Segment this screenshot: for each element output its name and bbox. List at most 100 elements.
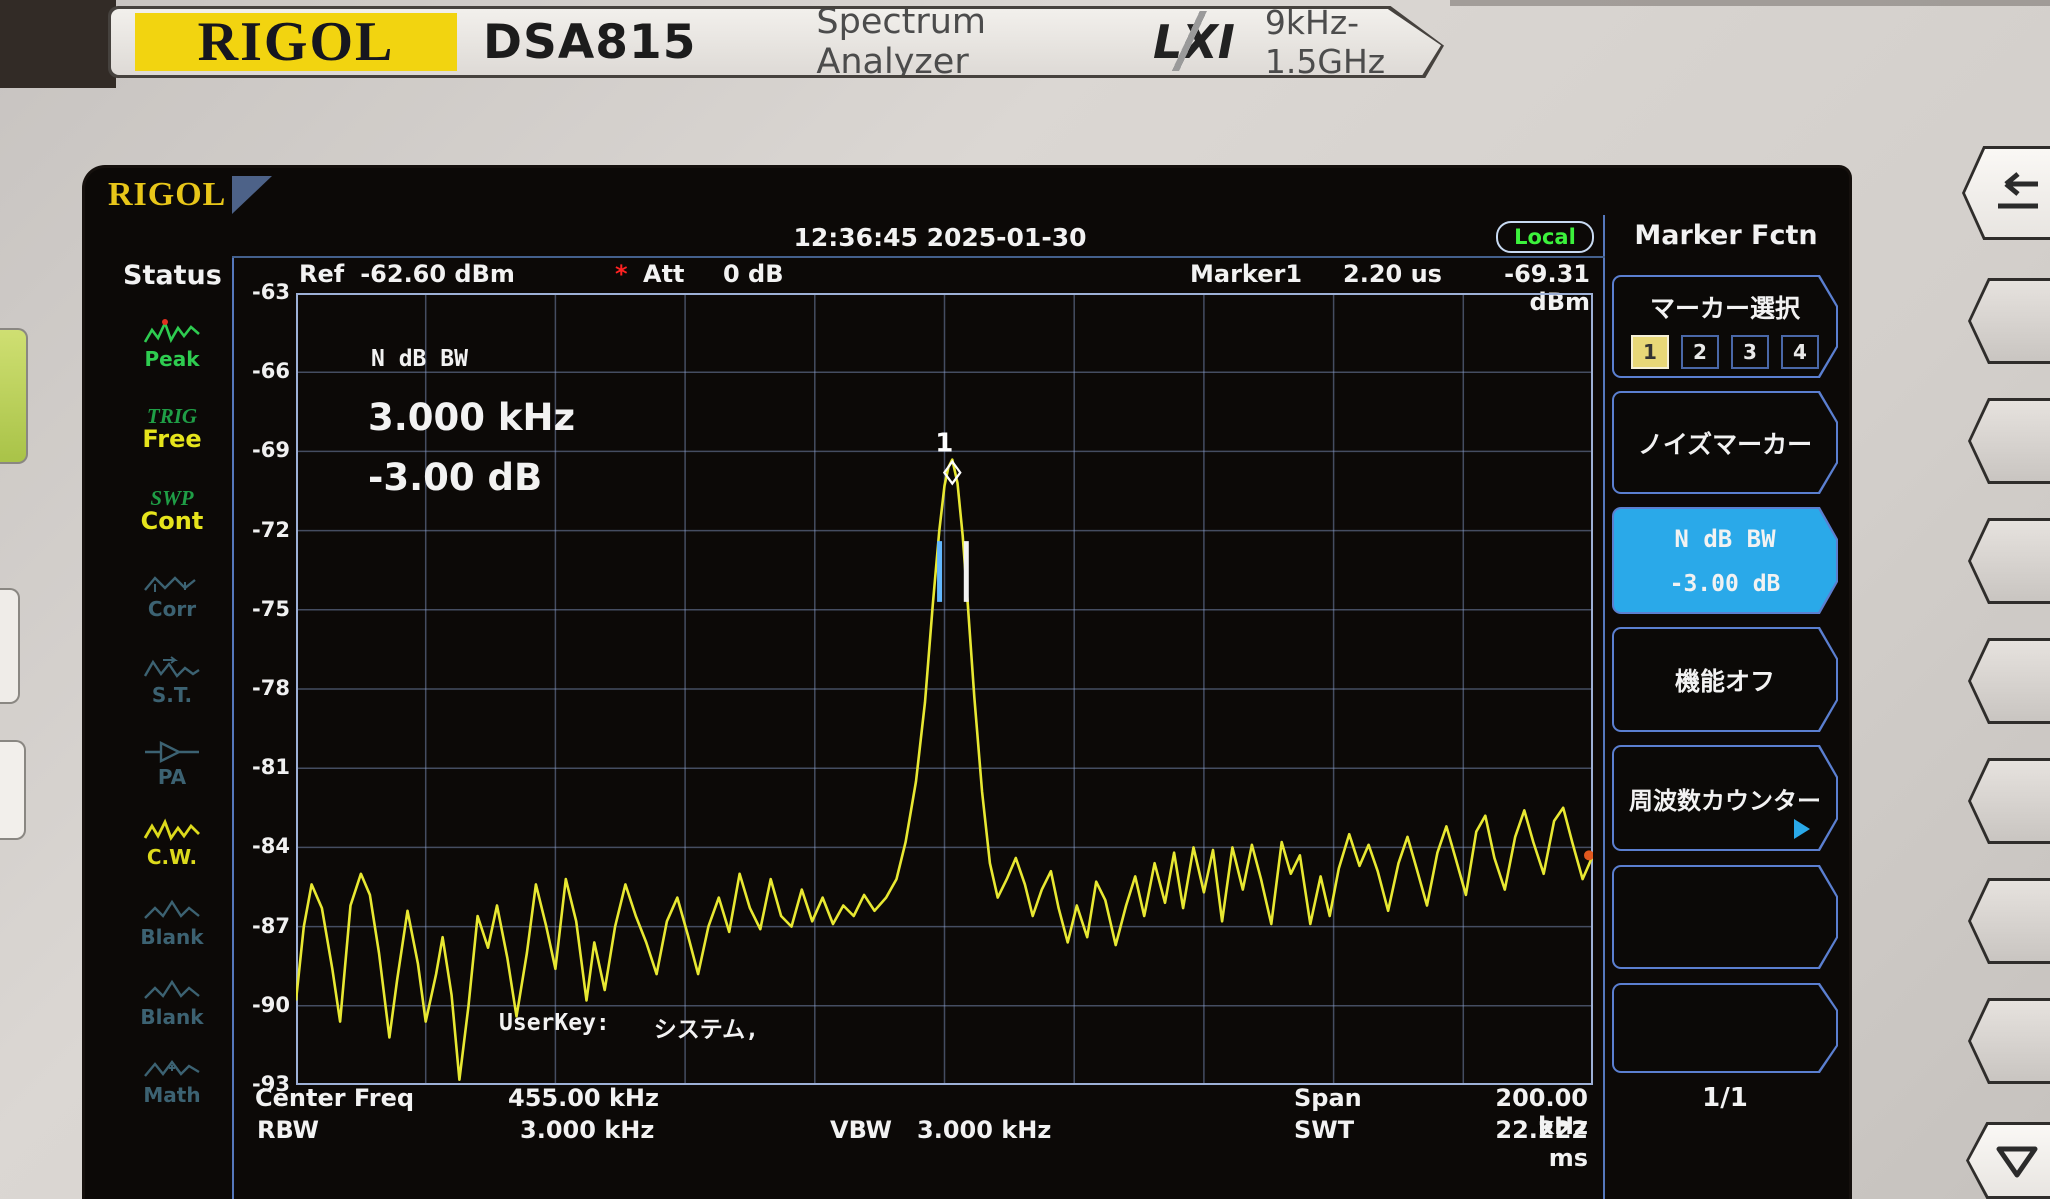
swt-label: SWT xyxy=(1294,1116,1354,1144)
math-waveform-icon xyxy=(143,1056,201,1084)
menu-button-noise-marker[interactable]: ノイズマーカー xyxy=(1612,391,1838,494)
softkey-2[interactable] xyxy=(1968,398,2050,484)
ndbbw-bandwidth-value: 3.000 kHz xyxy=(368,396,575,439)
model-number: DSA815 xyxy=(483,15,696,70)
status-item-blank1: Blank xyxy=(113,898,231,947)
screen-rigol-logo: RIGOL xyxy=(108,176,272,214)
marker-box-3[interactable]: 3 xyxy=(1731,335,1769,369)
brand-badge: RIGOL DSA815 Spectrum Analyzer LXI 9kHz-… xyxy=(108,6,1444,78)
att-uncoupled-star: * xyxy=(615,260,628,288)
softkey-1[interactable] xyxy=(1968,278,2050,364)
status-item-corr: Corr xyxy=(113,570,231,619)
vbw-value: 3.000 kHz xyxy=(917,1116,1051,1144)
status-item-blank2: Blank xyxy=(113,978,231,1027)
marker-box-2[interactable]: 2 xyxy=(1681,335,1719,369)
y-axis-labels: -63-66-69-72-75-78-81-84-87-90-93 xyxy=(224,293,290,1085)
softkey-4[interactable] xyxy=(1968,638,2050,724)
left-white-key-2[interactable] xyxy=(0,740,26,840)
span-label: Span xyxy=(1294,1084,1362,1112)
y-axis-label: -75 xyxy=(224,597,290,621)
bezel-edge xyxy=(1450,0,2050,6)
blank-waveform-icon xyxy=(143,978,201,1006)
ndbbw-annotation-label: N dB BW xyxy=(371,346,468,372)
marker-box-4[interactable]: 4 xyxy=(1781,335,1819,369)
ndb-bw-value: -3.00 dB xyxy=(1670,571,1781,597)
rigol-logo: RIGOL xyxy=(135,13,457,71)
header-separator xyxy=(232,256,1605,258)
menu-button-empty-1[interactable] xyxy=(1612,865,1838,969)
trace-end-dot xyxy=(1584,850,1593,860)
marker1-number: 1 xyxy=(935,429,953,459)
menu-button-empty-2[interactable] xyxy=(1612,983,1838,1073)
menu-button-marker-select[interactable]: マーカー選択 1 2 3 4 xyxy=(1612,275,1838,378)
page-down-key[interactable] xyxy=(1966,1122,2050,1199)
local-badge: Local xyxy=(1496,221,1594,253)
marker-readout-label: Marker1 xyxy=(1190,260,1302,288)
userkey-value: システム, xyxy=(654,1010,759,1044)
ref-value: -62.60 dBm xyxy=(360,260,515,288)
brand-text: RIGOL xyxy=(198,10,395,74)
status-item-pa: PA xyxy=(113,738,231,787)
vbw-label: VBW xyxy=(830,1116,892,1144)
left-white-key-1[interactable] xyxy=(0,588,20,704)
status-item-cw: C.W. xyxy=(113,816,231,867)
blank-waveform-icon xyxy=(143,898,201,926)
photo-dark-corner xyxy=(0,0,116,88)
peak-waveform-icon xyxy=(143,318,201,348)
status-panel-title: Status xyxy=(123,260,222,291)
center-freq-label: Center Freq xyxy=(255,1084,414,1112)
y-axis-label: -87 xyxy=(224,914,290,938)
menu-page-indicator: 1/1 xyxy=(1612,1083,1838,1113)
lxi-logo: LXI xyxy=(1145,15,1243,69)
ref-readout: Ref -62.60 dBm xyxy=(299,260,515,288)
menu-panel-separator xyxy=(1603,215,1605,1199)
down-triangle-icon xyxy=(1991,1141,2043,1181)
submenu-arrow-icon xyxy=(1794,819,1810,839)
menu-title: Marker Fctn xyxy=(1618,220,1834,251)
st-waveform-icon xyxy=(143,656,201,684)
frequency-range-label: 9kHz-1.5GHz xyxy=(1265,3,1441,81)
left-green-key[interactable] xyxy=(0,328,28,464)
y-axis-label: -63 xyxy=(224,280,290,304)
swt-value: 22.222 ms xyxy=(1456,1116,1588,1172)
y-axis-label: -69 xyxy=(224,438,290,462)
y-axis-label: -84 xyxy=(224,834,290,858)
device-type-label: Spectrum Analyzer xyxy=(816,2,1090,82)
logo-swoosh xyxy=(232,176,272,214)
ndbbw-level-value: -3.00 dB xyxy=(368,456,542,499)
y-axis-label: -66 xyxy=(224,359,290,383)
status-item-peak: Peak xyxy=(113,318,231,369)
status-item-sweep: SWP Cont xyxy=(113,488,231,533)
userkey-message: UserKey: システム, xyxy=(499,1010,759,1044)
cw-waveform-icon xyxy=(143,816,201,846)
rbw-label: RBW xyxy=(257,1116,319,1144)
preamp-icon xyxy=(143,738,201,766)
y-axis-label: -78 xyxy=(224,676,290,700)
back-arrow-icon xyxy=(1984,170,2046,216)
center-freq-value: 455.00 kHz xyxy=(508,1084,659,1112)
rbw-value: 3.000 kHz xyxy=(520,1116,654,1144)
y-axis-label: -72 xyxy=(224,518,290,542)
marker-select-boxes: 1 2 3 4 xyxy=(1631,335,1819,369)
status-item-st: S.T. xyxy=(113,656,231,705)
menu-button-freq-counter[interactable]: 周波数カウンター xyxy=(1612,745,1838,851)
marker-readout-x: 2.20 us xyxy=(1343,260,1442,288)
softkey-7[interactable] xyxy=(1968,998,2050,1084)
menu-button-ndb-bw[interactable]: N dB BW -3.00 dB xyxy=(1612,507,1838,614)
att-value: 0 dB xyxy=(723,260,784,288)
marker-box-1[interactable]: 1 xyxy=(1631,335,1669,369)
datetime-display: 12:36:45 2025-01-30 xyxy=(740,223,1140,252)
softkey-5[interactable] xyxy=(1968,758,2050,844)
spectrum-analyzer-front-panel: RIGOL DSA815 Spectrum Analyzer LXI 9kHz-… xyxy=(0,0,2050,1199)
back-key[interactable] xyxy=(1962,146,2050,240)
att-label: Att xyxy=(643,260,685,288)
menu-button-function-off[interactable]: 機能オフ xyxy=(1612,627,1838,732)
status-item-math: Math xyxy=(113,1056,231,1105)
y-axis-label: -81 xyxy=(224,755,290,779)
lcd-screen: RIGOL 12:36:45 2025-01-30 Local Marker F… xyxy=(85,168,1849,1199)
y-axis-label: -90 xyxy=(224,993,290,1017)
status-item-trigger: TRIG Free xyxy=(113,406,231,451)
softkey-3[interactable] xyxy=(1968,518,2050,604)
corr-waveform-icon xyxy=(143,570,201,598)
softkey-6[interactable] xyxy=(1968,878,2050,964)
